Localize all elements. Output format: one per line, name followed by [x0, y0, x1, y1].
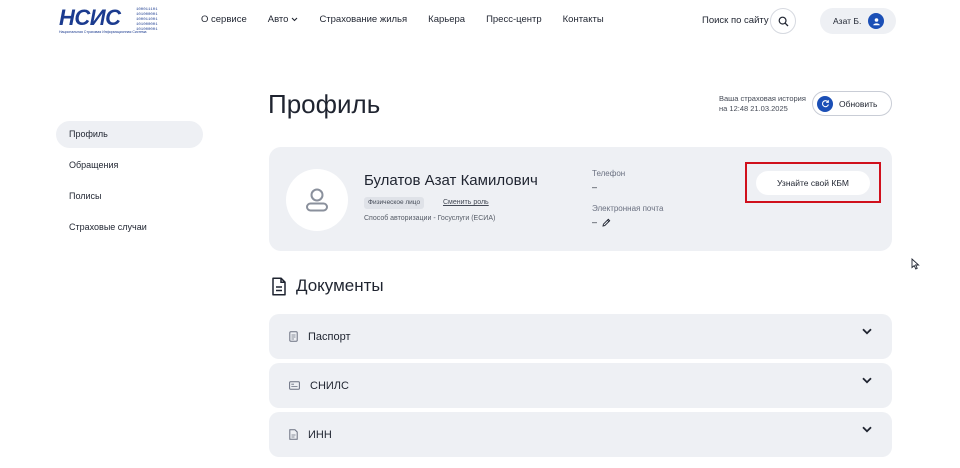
profile-sidebar: Профиль Обращения Полисы Страховые случа… [56, 121, 203, 245]
search-label[interactable]: Поиск по сайту [702, 15, 769, 26]
document-label: ИНН [308, 428, 332, 441]
document-label: СНИЛС [310, 379, 349, 392]
nav-item-press[interactable]: Пресс-центр [486, 14, 542, 25]
phone-value: – [592, 182, 598, 192]
mouse-cursor-icon [911, 258, 920, 270]
chevron-down-icon [862, 377, 872, 384]
edit-pencil-icon[interactable] [602, 218, 611, 227]
sidebar-item-insurance-cases[interactable]: Страховые случаи [56, 214, 203, 241]
site-header: НСИС 100011101 101000001 100011001 10100… [0, 0, 960, 42]
user-menu-button[interactable]: Азат Б. [820, 8, 896, 34]
document-accordion-passport[interactable]: Паспорт [269, 314, 892, 359]
sidebar-item-policies[interactable]: Полисы [56, 183, 203, 210]
main-nav: О сервисе Авто Страхование жилья Карьера… [201, 14, 625, 25]
nsis-logo[interactable]: НСИС 100011101 101000001 100011001 10100… [59, 7, 159, 35]
user-name: Азат Б. [833, 16, 862, 26]
search-button[interactable] [770, 8, 796, 34]
page-title: Профиль [268, 89, 381, 119]
change-role-link[interactable]: Сменить роль [443, 199, 489, 206]
passport-icon [289, 331, 298, 342]
refresh-label: Обновить [839, 98, 878, 109]
refresh-icon [817, 95, 833, 112]
kbm-button[interactable]: Узнайте свой КБМ [756, 171, 870, 195]
documents-title: Документы [296, 276, 384, 295]
profile-full-name: Булатов Азат Камилович [364, 172, 538, 189]
sidebar-item-profile[interactable]: Профиль [56, 121, 203, 148]
refresh-button[interactable]: Обновить [812, 91, 892, 116]
auth-method-text: Способ авторизации - Госуслуги (ЕСИА) [364, 215, 496, 222]
nav-item-career[interactable]: Карьера [428, 14, 465, 25]
email-value-row: – [592, 217, 611, 227]
email-value: – [592, 217, 598, 227]
profile-card: Булатов Азат Камилович Физическое лицо С… [269, 147, 892, 251]
sidebar-item-requests[interactable]: Обращения [56, 152, 203, 179]
chevron-down-icon [862, 328, 872, 335]
document-accordion-snils[interactable]: СНИЛС [269, 363, 892, 408]
chevron-down-icon [862, 426, 872, 433]
phone-label: Телефон [592, 169, 626, 178]
profile-avatar-icon [286, 169, 348, 231]
user-avatar-icon [868, 13, 884, 29]
inn-doc-icon [289, 429, 298, 440]
nav-item-home-insurance[interactable]: Страхование жилья [319, 14, 407, 25]
logo-text: НСИС [59, 5, 121, 30]
chevron-down-icon [292, 17, 298, 22]
document-label: Паспорт [308, 330, 351, 343]
email-label: Электронная почта [592, 204, 664, 213]
search-icon [778, 16, 788, 26]
nav-item-about[interactable]: О сервисе [201, 14, 247, 25]
insurance-history-timestamp: Ваша страховая история на 12:48 21.03.20… [719, 94, 806, 113]
nav-item-contacts[interactable]: Контакты [563, 14, 604, 25]
document-accordion-inn[interactable]: ИНН [269, 412, 892, 457]
snils-card-icon [289, 381, 300, 390]
documents-heading: Документы [271, 276, 384, 296]
document-icon [272, 276, 286, 296]
role-badge: Физическое лицо [364, 197, 425, 209]
nav-item-auto[interactable]: Авто [268, 14, 299, 25]
logo-subtitle: Национальная Страховая Информационная Си… [59, 30, 147, 34]
